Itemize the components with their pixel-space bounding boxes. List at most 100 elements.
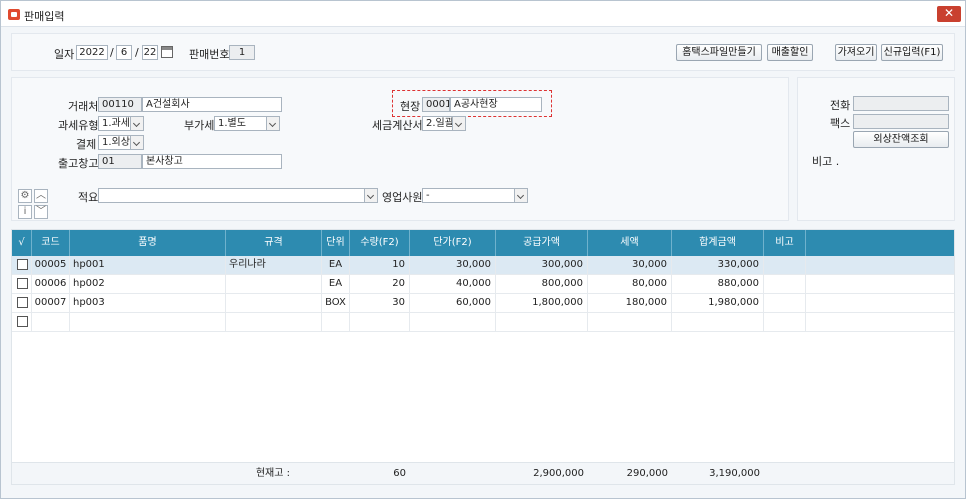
header-qty: 수량(F2) — [350, 230, 410, 256]
row-supply: 300,000 — [496, 256, 588, 274]
window-title: 판매입력 — [24, 10, 65, 23]
row-check-cell — [12, 275, 32, 293]
row-price: 40,000 — [410, 275, 496, 293]
memo-select[interactable] — [98, 188, 378, 203]
warehouse-label: 출고창고 — [58, 157, 99, 170]
row-qty — [350, 313, 410, 331]
hometax-file-button[interactable]: 홈택스파일만들기 — [676, 44, 762, 61]
phone-label: 전화 — [830, 99, 851, 112]
row-spec — [226, 275, 322, 293]
payment-label: 결제 — [76, 138, 97, 151]
row-price — [410, 313, 496, 331]
vat-value: 1.별도 — [218, 118, 246, 129]
site-code-field[interactable]: 0001 — [422, 97, 450, 112]
day-input[interactable]: 22 — [142, 45, 158, 60]
row-qty: 10 — [350, 256, 410, 274]
row-code: 00007 — [32, 294, 70, 312]
chevron-down-icon — [452, 117, 465, 130]
footer-grand-total: 3,190,000 — [709, 468, 760, 479]
site-label: 현장 — [400, 100, 421, 113]
tax-type-value: 1.과세 — [102, 118, 130, 129]
fax-label: 팩스 — [830, 117, 851, 130]
fax-field — [853, 114, 949, 129]
row-total — [672, 313, 764, 331]
row-qty: 20 — [350, 275, 410, 293]
calendar-icon[interactable] — [161, 46, 173, 58]
sales-rep-select[interactable]: - — [422, 188, 528, 203]
chevron-down-icon — [364, 189, 377, 202]
chevron-down-icon — [514, 189, 527, 202]
gear-icon[interactable]: ⚙ — [18, 189, 32, 203]
row-checkbox[interactable] — [17, 259, 28, 270]
row-name: hp001 — [70, 256, 226, 274]
date-separator: / — [110, 46, 114, 59]
row-tax — [588, 313, 672, 331]
close-button[interactable]: ✕ — [937, 6, 961, 22]
sale-no-label: 판매번호 — [189, 48, 230, 61]
client-code-field[interactable]: 00110 — [98, 97, 142, 112]
header-total: 합계금액 — [672, 230, 764, 256]
header-unit: 단위 — [322, 230, 350, 256]
row-code: 00005 — [32, 256, 70, 274]
row-tax: 80,000 — [588, 275, 672, 293]
credit-balance-button[interactable]: 외상잔액조회 — [853, 131, 949, 148]
header-note: 비고 — [764, 230, 806, 256]
row-note — [764, 313, 806, 331]
row-check-cell — [12, 313, 32, 331]
header-panel: 일자 2022 / 6 / 22 판매번호 1 홈택스파일만들기 매출할인 가져… — [11, 33, 955, 71]
header-name: 품명 — [70, 230, 226, 256]
header-supply: 공급가액 — [496, 230, 588, 256]
client-name-field[interactable]: A건설회사 — [142, 97, 282, 112]
row-spec — [226, 294, 322, 312]
chevron-up-icon[interactable]: ︿ — [34, 189, 48, 203]
payment-select[interactable]: 1.외상 — [98, 135, 144, 150]
phone-field — [853, 96, 949, 111]
sales-entry-window: 판매입력 ✕ 일자 2022 / 6 / 22 판매번호 1 홈택스파일만들기 … — [0, 0, 966, 499]
vat-select[interactable]: 1.별도 — [214, 116, 280, 131]
tax-type-select[interactable]: 1.과세 — [98, 116, 144, 131]
row-price: 30,000 — [410, 256, 496, 274]
row-unit: BOX — [322, 294, 350, 312]
row-note — [764, 294, 806, 312]
row-checkbox[interactable] — [17, 316, 28, 327]
chevron-down-icon — [266, 117, 279, 130]
row-total: 1,980,000 — [672, 294, 764, 312]
row-spec: 우리나라 — [226, 256, 322, 274]
header-code: 코드 — [32, 230, 70, 256]
new-entry-button[interactable]: 신규입력(F1) — [881, 44, 943, 61]
row-note — [764, 256, 806, 274]
table-row[interactable]: 00006 hp002 EA 20 40,000 800,000 80,000 … — [12, 275, 954, 294]
header-spec: 규격 — [226, 230, 322, 256]
info-icon[interactable]: i — [18, 205, 32, 219]
chevron-down-icon[interactable]: ﹀ — [34, 205, 48, 219]
row-name: hp002 — [70, 275, 226, 293]
header-tax: 세액 — [588, 230, 672, 256]
year-input[interactable]: 2022 — [76, 45, 108, 60]
grid-header: √ 코드 품명 규격 단위 수량(F2) 단가(F2) 공급가액 세액 합계금액… — [12, 230, 954, 256]
invoice-value: 2.일괄 — [426, 118, 454, 129]
month-input[interactable]: 6 — [116, 45, 132, 60]
app-icon — [8, 9, 20, 20]
footer-tax-total: 290,000 — [626, 468, 668, 479]
row-spec — [226, 313, 322, 331]
row-supply: 800,000 — [496, 275, 588, 293]
invoice-select[interactable]: 2.일괄 — [422, 116, 466, 131]
warehouse-code-field[interactable]: 01 — [98, 154, 142, 169]
warehouse-name-field[interactable]: 본사창고 — [142, 154, 282, 169]
client-label: 거래처 — [68, 100, 99, 113]
row-checkbox[interactable] — [17, 278, 28, 289]
footer-supply-total: 2,900,000 — [533, 468, 584, 479]
row-price: 60,000 — [410, 294, 496, 312]
payment-value: 1.외상 — [102, 137, 130, 148]
table-row[interactable]: 00007 hp003 BOX 30 60,000 1,800,000 180,… — [12, 294, 954, 313]
header-check[interactable]: √ — [12, 230, 32, 256]
sales-discount-button[interactable]: 매출할인 — [767, 44, 813, 61]
row-checkbox[interactable] — [17, 297, 28, 308]
table-row[interactable]: 00005 hp001 우리나라 EA 10 30,000 300,000 30… — [12, 256, 954, 275]
row-check-cell — [12, 294, 32, 312]
empty-row[interactable] — [12, 313, 954, 332]
site-name-field[interactable]: A공사현장 — [450, 97, 542, 112]
row-unit — [322, 313, 350, 331]
tax-type-label: 과세유형 — [58, 119, 99, 132]
import-button[interactable]: 가져오기 — [835, 44, 877, 61]
